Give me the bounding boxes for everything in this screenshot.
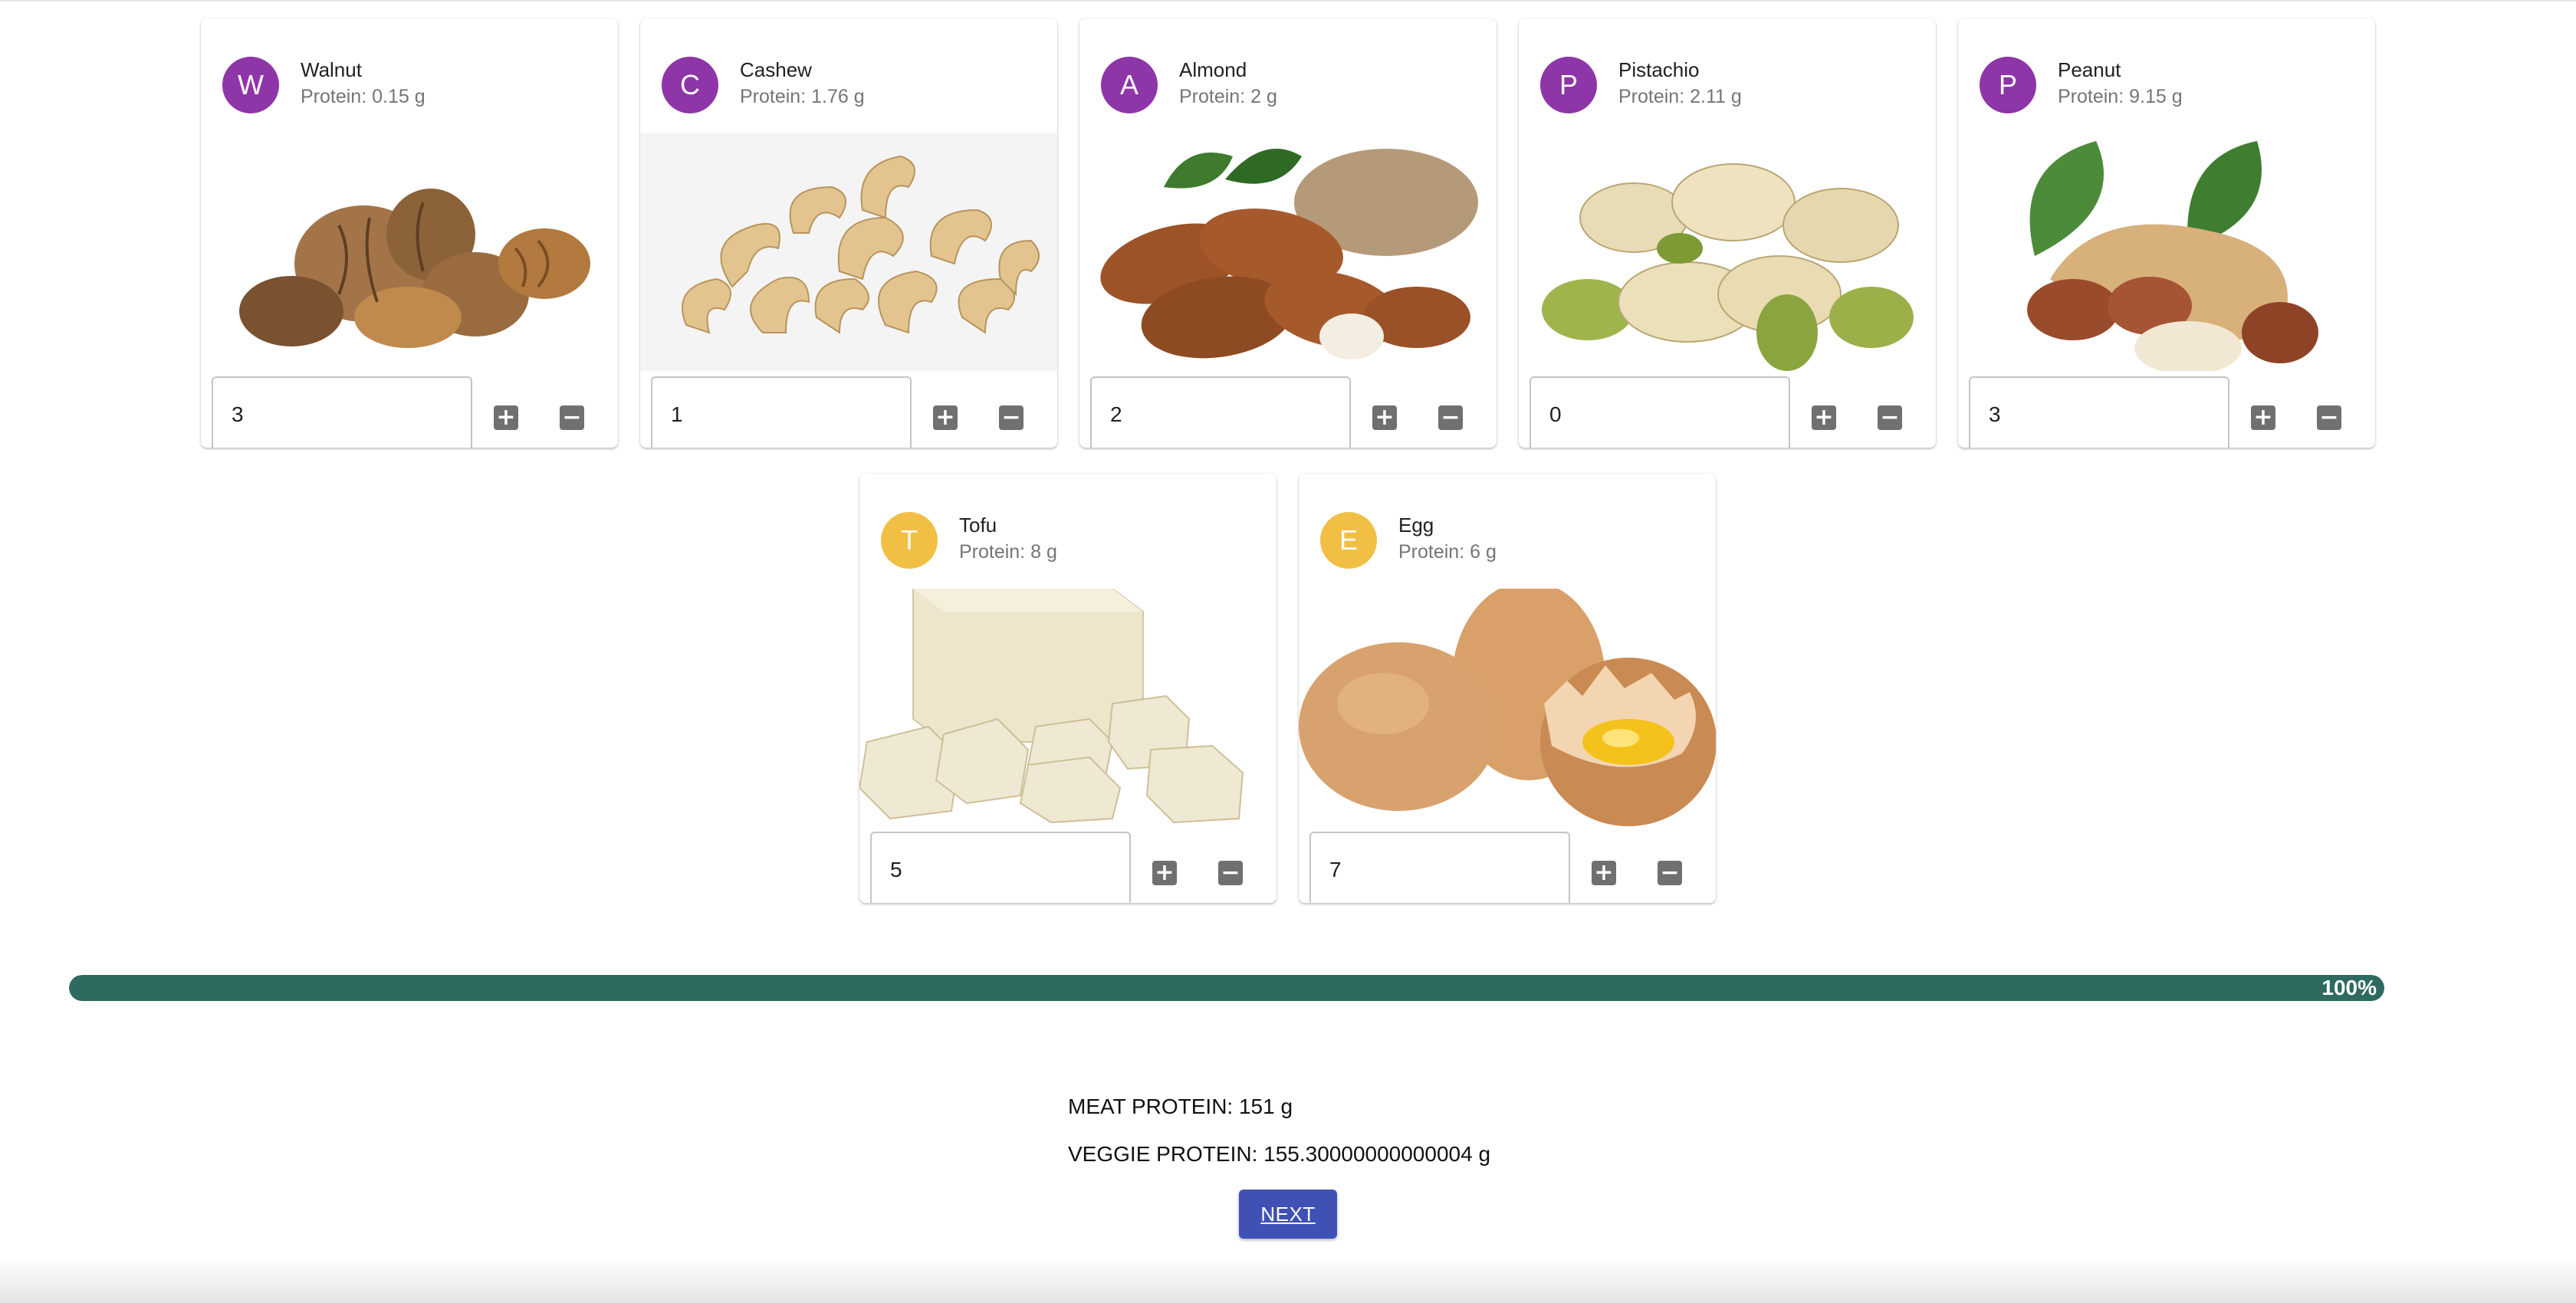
protein-value: Protein: 2 g [1179,86,1277,107]
minus-icon[interactable]: − [1878,405,1902,430]
card-header: A Almond Protein: 2 g [1079,18,1497,118]
top-divider [0,0,2576,2]
plus-icon[interactable]: + [1592,861,1616,885]
minus-icon[interactable]: − [1438,405,1463,430]
card-header: W Walnut Protein: 0.15 g [201,18,618,118]
quantity-input[interactable] [1090,376,1351,448]
avatar: T [881,512,938,569]
protein-value: Protein: 2.11 g [1618,86,1742,107]
protein-value: Protein: 0.15 g [301,86,426,107]
food-card-tofu: T Tofu Protein: 8 g + − [859,474,1276,903]
minus-icon[interactable]: − [560,405,584,430]
plus-icon[interactable]: + [494,405,518,430]
bottom-shadow [0,1257,2576,1303]
plus-icon[interactable]: + [1152,861,1177,885]
quantity-input[interactable] [1530,376,1790,448]
food-card-pistachio: P Pistachio Protein: 2.11 g + − [1519,18,1936,448]
avatar: P [1980,57,2036,113]
progress-fill: 100% [69,975,2384,1001]
next-button-label: NEXT [1260,1203,1316,1226]
quantity-input[interactable] [1969,376,2229,448]
food-card-cashew: C Cashew Protein: 1.76 g + − [640,18,1057,448]
food-name: Walnut [301,58,362,81]
food-card-almond: A Almond Protein: 2 g + − [1079,18,1497,448]
card-header: P Peanut Protein: 9.15 g [1958,18,2375,118]
minus-icon[interactable]: − [1218,861,1243,885]
peanut-image [1958,133,2375,371]
next-button[interactable]: NEXT [1239,1190,1337,1239]
food-name: Pistachio [1618,58,1700,81]
egg-image [1299,589,1716,826]
food-name: Egg [1398,514,1434,537]
card-header: C Cashew Protein: 1.76 g [640,18,1057,118]
avatar: P [1540,57,1597,113]
cashew-image [640,133,1057,371]
progress-label: 100% [2321,976,2377,999]
quantity-input[interactable] [651,376,912,448]
protein-value: Protein: 8 g [959,541,1057,563]
tofu-image [859,589,1276,826]
avatar: C [662,57,718,113]
almond-image [1079,133,1497,371]
food-card-peanut: P Peanut Protein: 9.15 g + − [1958,18,2375,448]
food-card-egg: E Egg Protein: 6 g + − [1299,474,1716,903]
protein-value: Protein: 6 g [1398,541,1497,563]
protein-progress-bar: 100% [69,975,2384,1001]
protein-value: Protein: 9.15 g [2058,86,2183,107]
plus-icon[interactable]: + [1372,405,1397,430]
protein-value: Protein: 1.76 g [740,86,865,107]
card-header: E Egg Protein: 6 g [1299,474,1716,573]
walnut-image [201,133,618,371]
avatar: W [222,57,279,113]
minus-icon[interactable]: − [999,405,1024,430]
food-name: Cashew [740,58,812,81]
avatar: A [1101,57,1158,113]
minus-icon[interactable]: − [2317,405,2341,430]
plus-icon[interactable]: + [1812,405,1836,430]
card-header: T Tofu Protein: 8 g [859,474,1276,573]
avatar: E [1320,512,1377,569]
pistachio-image [1519,133,1936,371]
card-header: P Pistachio Protein: 2.11 g [1519,18,1936,118]
quantity-input[interactable] [1309,832,1570,903]
meat-protein-total: MEAT PROTEIN: 151 g [1068,1095,1293,1118]
food-name: Almond [1179,58,1247,81]
quantity-input[interactable] [212,376,472,448]
minus-icon[interactable]: − [1658,861,1682,885]
veggie-protein-total: VEGGIE PROTEIN: 155.30000000000004 g [1068,1142,1491,1166]
food-name: Tofu [959,514,997,537]
plus-icon[interactable]: + [2251,405,2275,430]
plus-icon[interactable]: + [933,405,958,430]
quantity-input[interactable] [870,832,1131,903]
food-name: Peanut [2058,58,2121,81]
food-card-walnut: W Walnut Protein: 0.15 g + − [201,18,618,448]
